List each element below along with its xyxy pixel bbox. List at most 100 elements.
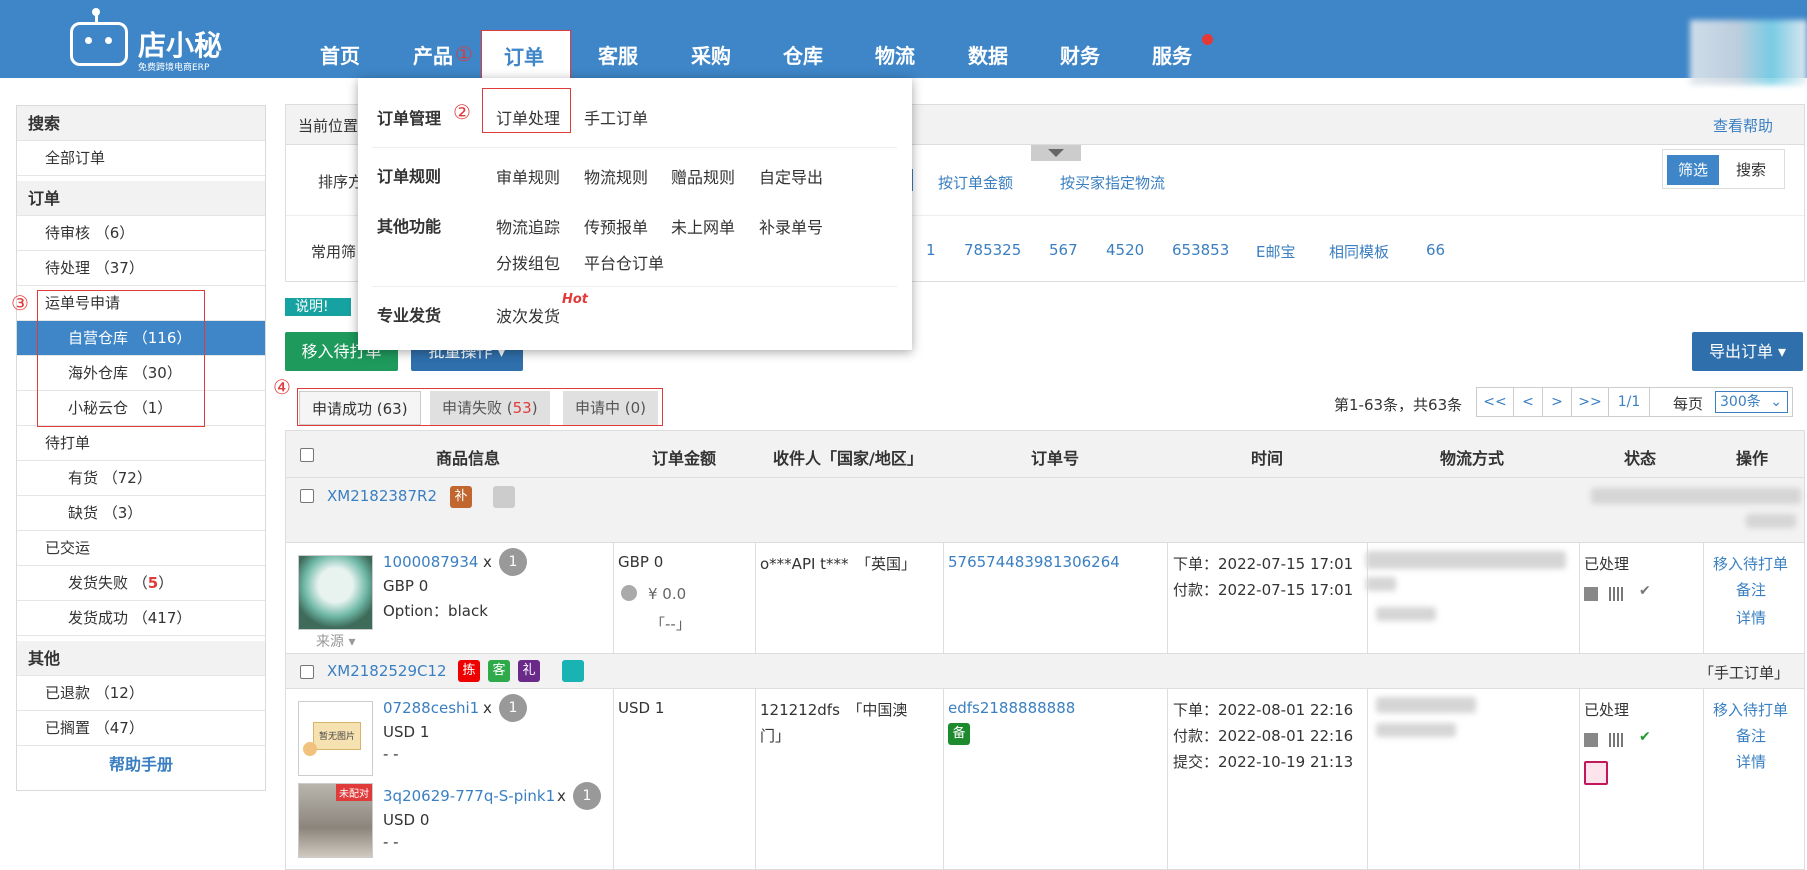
pager-last[interactable]: >>	[1571, 387, 1609, 417]
collapse-toggle[interactable]	[1031, 145, 1081, 161]
filter-chip[interactable]: 4520	[1106, 241, 1144, 259]
nav-home[interactable]: 首页	[320, 40, 360, 69]
remark-link[interactable]: 备注	[1736, 579, 1766, 600]
order-checkbox[interactable]	[300, 665, 314, 679]
product-thumbnail[interactable]: 暂无图片	[298, 701, 373, 776]
sidebar-pending-process[interactable]: 待处理 （37）	[17, 251, 265, 286]
order-number-link[interactable]: 576574483981306264	[948, 553, 1120, 571]
filter-chip[interactable]: 1	[926, 241, 936, 259]
sidebar-out-stock[interactable]: 缺货 （3）	[17, 496, 265, 531]
filter-chip[interactable]: 66	[1426, 241, 1445, 259]
menu-batch-shipping[interactable]: 波次发货	[496, 303, 560, 327]
per-page-select[interactable]: 300条 ⌄	[1715, 391, 1788, 413]
logo[interactable]: 店小秘 免费跨境电商ERP	[70, 8, 250, 73]
nav-finance[interactable]: 财务	[1060, 40, 1100, 69]
gift-badge: 礼	[518, 660, 540, 682]
filter-chip[interactable]: 567	[1049, 241, 1078, 259]
sku-link[interactable]: 1000087934	[383, 553, 478, 571]
select-all-checkbox[interactable]	[300, 448, 314, 462]
menu-order-process[interactable]: 订单处理	[496, 105, 560, 129]
pager-prev[interactable]: <	[1513, 387, 1543, 417]
menu-send-forecast[interactable]: 传预报单	[584, 214, 648, 238]
order-number-link[interactable]: edfs2188888888	[948, 699, 1075, 717]
detail-link[interactable]: 详情	[1736, 751, 1766, 772]
filter-chip[interactable]: E邮宝	[1256, 241, 1295, 262]
menu-pro-shipping: 专业发货	[377, 306, 442, 325]
source-dropdown[interactable]: 来源 ▾	[316, 631, 355, 651]
sidebar-ship-fail[interactable]: 发货失败 （5）	[17, 566, 265, 601]
copy-icon[interactable]	[1584, 733, 1598, 747]
barcode-icon[interactable]	[1609, 587, 1623, 601]
filter-chip[interactable]: 785325	[964, 241, 1021, 259]
nav-purchase[interactable]: 采购	[691, 40, 731, 69]
filter-chip[interactable]: 相同模板	[1329, 241, 1389, 262]
order-id-link[interactable]: XM2182529C12	[327, 662, 447, 680]
search-button[interactable]: 搜索	[1725, 155, 1777, 185]
export-orders-button[interactable]: 导出订单 ▾	[1692, 332, 1803, 371]
move-to-print-link[interactable]: 移入待打单	[1713, 553, 1788, 574]
sidebar-pending-review[interactable]: 待审核 （6）	[17, 216, 265, 251]
menu-not-online[interactable]: 未上网单	[671, 214, 735, 238]
no-ship-icon[interactable]	[1584, 761, 1608, 785]
sidebar-all-orders[interactable]: 全部订单	[17, 141, 265, 176]
filter-button[interactable]: 筛选	[1667, 155, 1719, 185]
filter-chip[interactable]: 653853	[1172, 241, 1229, 259]
nav-logistics[interactable]: 物流	[875, 40, 915, 69]
help-manual-link[interactable]: 帮助手册	[17, 751, 265, 775]
user-avatar[interactable]	[1690, 20, 1807, 85]
recipient: o***API t*** 「英国」	[760, 555, 917, 573]
marker-3: ③	[11, 291, 29, 315]
nav-orders[interactable]: 订单	[481, 30, 571, 78]
ship-fail-label: 发货失败 （	[68, 574, 148, 592]
menu-platform-warehouse[interactable]: 平台仓订单	[584, 250, 664, 274]
product-thumbnail[interactable]	[298, 555, 373, 630]
order-checkbox[interactable]	[300, 489, 314, 503]
move-to-print-link[interactable]: 移入待打单	[1713, 699, 1788, 720]
nav-services[interactable]: 服务	[1152, 40, 1192, 69]
pager-next[interactable]: >	[1542, 387, 1572, 417]
menu-logistics-rules[interactable]: 物流规则	[584, 164, 648, 188]
col-order-no: 订单号	[1031, 449, 1080, 468]
order-id-link[interactable]: XM2182387R2	[327, 487, 437, 505]
nav-products[interactable]: 产品	[413, 40, 453, 69]
menu-gift-rules[interactable]: 赠品规则	[671, 164, 735, 188]
current-location: 当前位置	[298, 117, 359, 135]
sidebar-refunded[interactable]: 已退款 （12）	[17, 676, 265, 711]
sidebar-ship-ok[interactable]: 发货成功 （417）	[17, 601, 265, 636]
pager-first[interactable]: <<	[1476, 387, 1514, 417]
sidebar-to-print[interactable]: 待打单	[17, 426, 265, 461]
ship-fail-count: 5	[147, 574, 159, 592]
nav-service[interactable]: 客服	[598, 40, 638, 69]
product-dash: - -	[383, 833, 399, 851]
sidebar-search[interactable]: 搜索	[17, 106, 265, 141]
common-filter-label: 常用筛	[311, 243, 357, 261]
no-image-placeholder: 暂无图片	[313, 722, 361, 750]
detail-link[interactable]: 详情	[1736, 607, 1766, 628]
sidebar-in-stock[interactable]: 有货 （72）	[17, 461, 265, 496]
menu-review-rules[interactable]: 审单规则	[496, 164, 560, 188]
col-status: 状态	[1624, 449, 1657, 468]
marker-1: ①	[455, 42, 473, 66]
product-thumbnail[interactable]: 未配对	[298, 783, 373, 858]
menu-add-tracking[interactable]: 补录单号	[759, 214, 823, 238]
menu-manual-order[interactable]: 手工订单	[584, 105, 648, 129]
nav-data[interactable]: 数据	[968, 40, 1008, 69]
divider	[372, 147, 897, 148]
copy-icon[interactable]	[1584, 587, 1598, 601]
sort-by-amount[interactable]: 按订单金额	[938, 172, 1013, 193]
nav-warehouse[interactable]: 仓库	[783, 40, 823, 69]
menu-consolidation[interactable]: 分拨组包	[496, 250, 560, 274]
menu-other-functions: 其他功能	[377, 217, 442, 236]
sidebar-shelved[interactable]: 已搁置 （47）	[17, 711, 265, 746]
menu-custom-export[interactable]: 自定导出	[759, 164, 823, 188]
sku-link[interactable]: 07288ceshi1	[383, 699, 479, 717]
marker-4: ④	[273, 375, 291, 399]
barcode-icon[interactable]	[1609, 733, 1623, 747]
menu-logistics-tracking[interactable]: 物流追踪	[496, 214, 560, 238]
remark-link[interactable]: 备注	[1736, 725, 1766, 746]
view-help-link[interactable]: 查看帮助	[1713, 115, 1773, 136]
col-logistics: 物流方式	[1440, 449, 1505, 468]
sku-link[interactable]: 3q20629-777q-S-pink1	[383, 787, 555, 805]
sidebar-shipped[interactable]: 已交运	[17, 531, 265, 566]
sort-by-buyer-logistics[interactable]: 按买家指定物流	[1060, 172, 1165, 193]
